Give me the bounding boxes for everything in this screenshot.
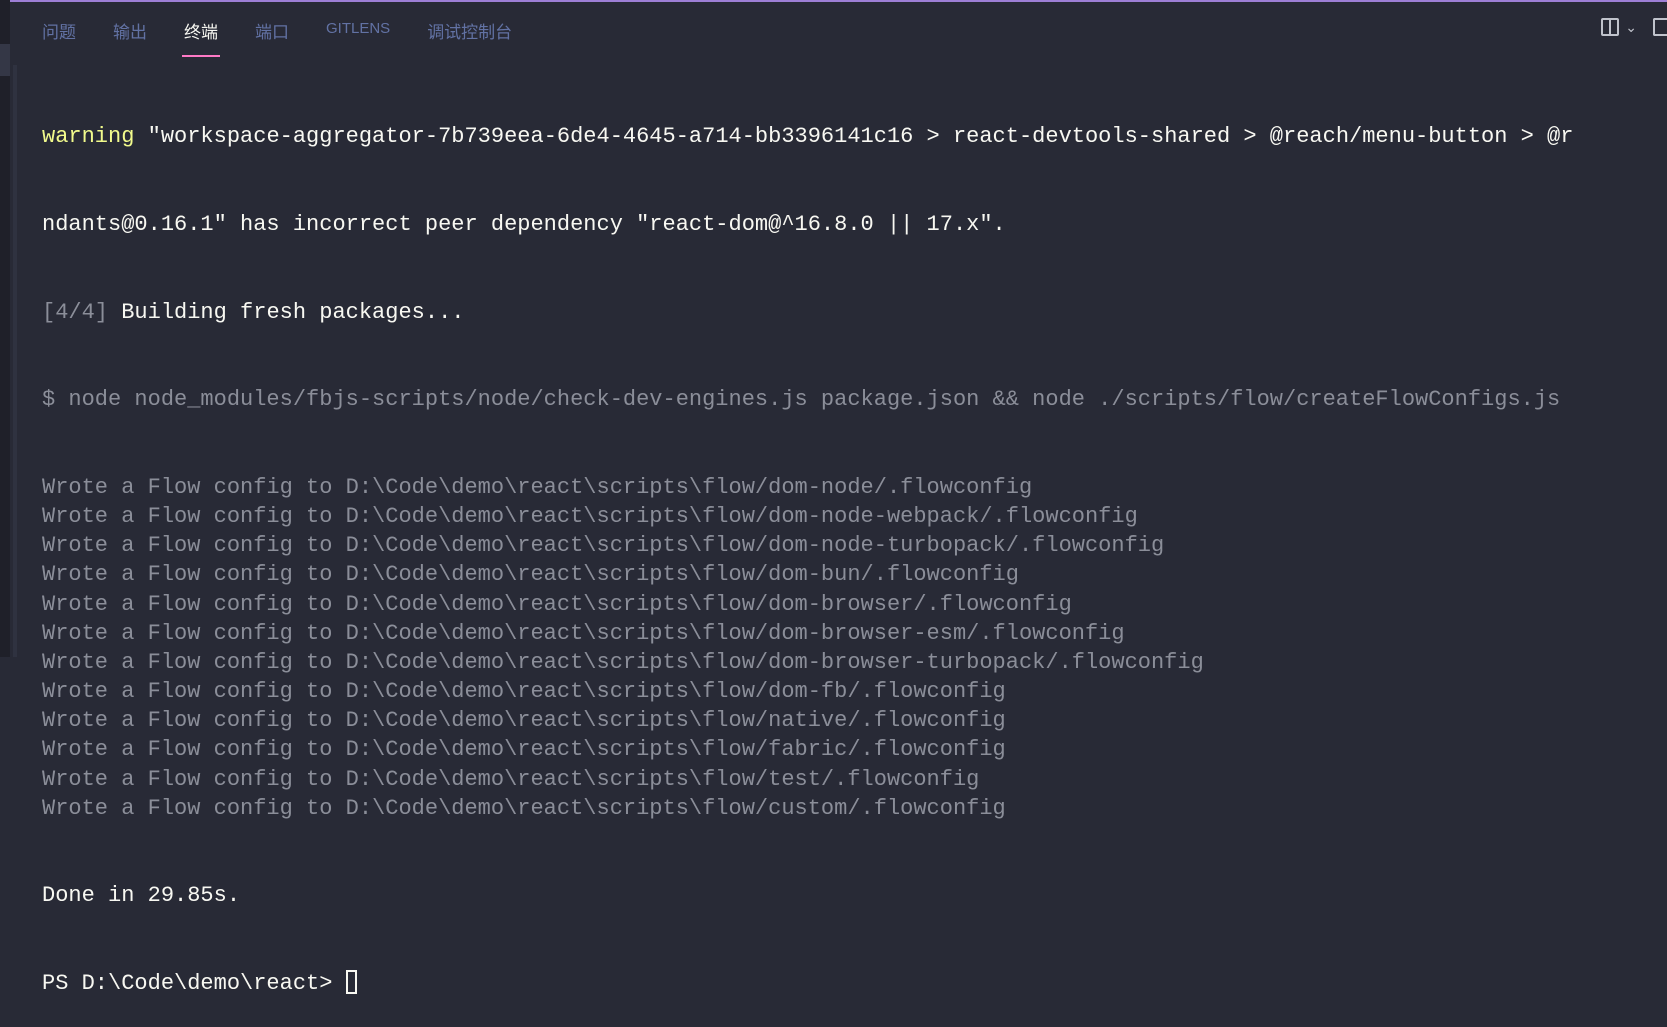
prompt: PS D:\Code\demo\react>	[42, 971, 346, 997]
flow-config-line: Wrote a Flow config to D:\Code\demo\reac…	[42, 562, 1019, 588]
flow-config-line: Wrote a Flow config to D:\Code\demo\reac…	[42, 679, 1006, 705]
flow-config-line: Wrote a Flow config to D:\Code\demo\reac…	[42, 620, 1125, 646]
panel-actions: ⌄	[1601, 18, 1667, 36]
tab-terminal[interactable]: 终端	[182, 18, 220, 57]
prompt-line: PS D:\Code\demo\react>	[42, 969, 1573, 998]
activity-selection	[0, 44, 10, 76]
tab-problems[interactable]: 问题	[42, 18, 76, 53]
panel-tabs: 问题 输出 终端 端口 GITLENS 调试控制台	[42, 18, 549, 57]
tab-gitlens[interactable]: GITLENS	[326, 18, 390, 53]
warning-text: "workspace-aggregator-7b739eea-6de4-4645…	[134, 124, 1574, 150]
flow-config-line: Wrote a Flow config to D:\Code\demo\reac…	[42, 737, 1006, 763]
tab-output[interactable]: 输出	[113, 18, 147, 53]
split-terminal-icon[interactable]	[1601, 18, 1620, 36]
flow-config-line: Wrote a Flow config to D:\Code\demo\reac…	[42, 649, 1204, 675]
tab-debug-console[interactable]: 调试控制台	[427, 18, 512, 53]
flow-config-line: Wrote a Flow config to D:\Code\demo\reac…	[42, 591, 1072, 617]
warning-line: warning "workspace-aggregator-7b739eea-6…	[42, 122, 1573, 151]
done-line: Done in 29.85s.	[42, 883, 241, 909]
flow-config-line: Wrote a Flow config to D:\Code\demo\reac…	[42, 533, 1165, 559]
warning-line-continued: ndants@0.16.1" has incorrect peer depend…	[42, 212, 1006, 237]
step-prefix: [4/4]	[42, 299, 109, 325]
flow-config-line: Wrote a Flow config to D:\Code\demo\reac…	[42, 503, 1138, 529]
chevron-down-icon[interactable]: ⌄	[1625, 19, 1637, 36]
flow-config-line: Wrote a Flow config to D:\Code\demo\reac…	[42, 474, 1033, 500]
window-top-border	[0, 0, 1667, 2]
flow-config-line: Wrote a Flow config to D:\Code\demo\reac…	[42, 795, 1006, 821]
flow-config-lines: Wrote a Flow config to D:\Code\demo\reac…	[42, 473, 1573, 823]
terminal-cursor	[345, 970, 357, 995]
maximize-panel-icon[interactable]	[1653, 18, 1667, 36]
terminal-output[interactable]: warning "workspace-aggregator-7b739eea-6…	[42, 64, 1573, 1027]
warning-keyword: warning	[42, 124, 135, 150]
flow-config-line: Wrote a Flow config to D:\Code\demo\reac…	[42, 708, 1006, 734]
tab-ports[interactable]: 端口	[255, 18, 289, 53]
flow-config-line: Wrote a Flow config to D:\Code\demo\reac…	[42, 766, 980, 792]
terminal-scroll-gutter	[13, 65, 17, 657]
step-line: [4/4] Building fresh packages...	[42, 298, 1573, 327]
activity-bar-edge	[0, 0, 10, 657]
step-text: Building fresh packages...	[108, 299, 465, 325]
command-line: $ node node_modules/fbjs-scripts/node/ch…	[42, 387, 1561, 413]
